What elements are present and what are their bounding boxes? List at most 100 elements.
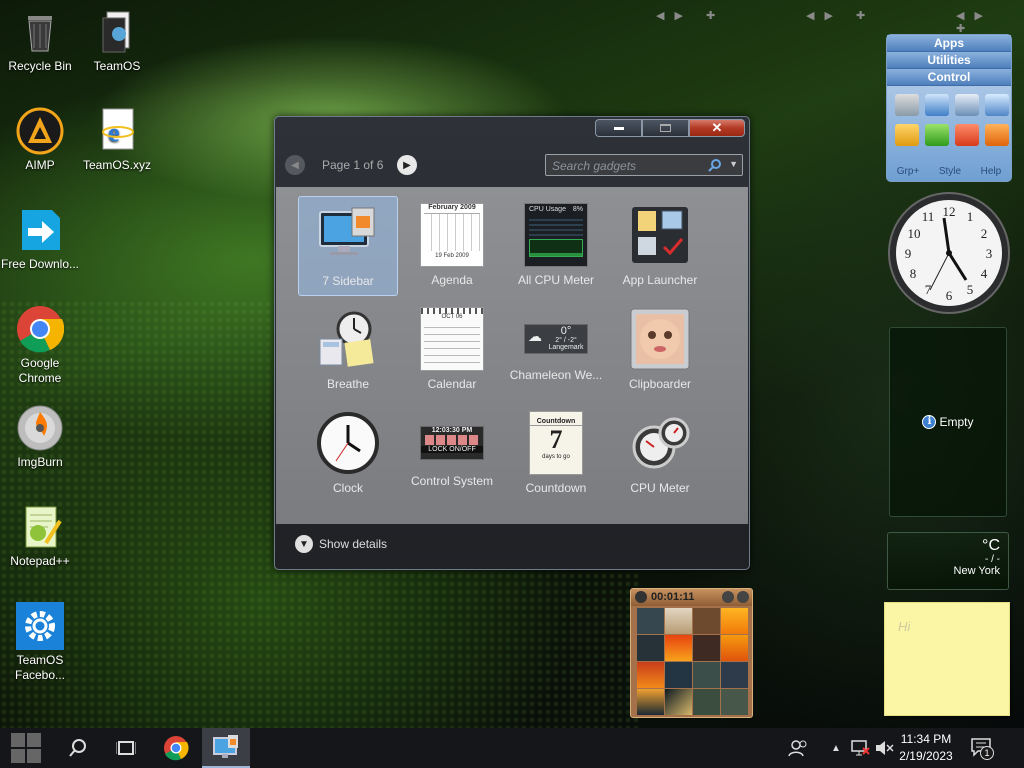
launcher-footer: Grp+ Style Help (887, 166, 1011, 177)
start-button[interactable] (2, 728, 50, 768)
puzzle-tile[interactable] (665, 635, 692, 661)
sticky-note-gadget[interactable]: Hi (884, 602, 1010, 716)
svg-text:e: e (108, 118, 120, 147)
control-system-thumbnail: 12:03:30 PM LOCK ON/OFF (420, 426, 484, 460)
lock-icon[interactable] (895, 124, 919, 146)
puzzle-reset-icon[interactable] (737, 591, 749, 603)
desktop-icon-label: TeamOS Facebo... (14, 653, 66, 682)
desktop-icon-notepadpp[interactable]: Notepad++ (0, 503, 80, 569)
gadget-cpu-meter[interactable]: CPU Meter (610, 404, 710, 504)
sidebar-controls-2[interactable]: ◀▶ ✚ (806, 9, 875, 22)
desktop-icon-recycle-bin[interactable]: Recycle Bin (0, 8, 80, 74)
svg-text:4: 4 (981, 266, 988, 281)
puzzle-tile[interactable] (693, 608, 720, 634)
action-center-button[interactable]: 1 (964, 728, 1000, 768)
svg-text:8: 8 (910, 266, 917, 281)
desktop-icon-teamos-xyz[interactable]: e TeamOS.xyz (77, 107, 157, 173)
puzzle-tile[interactable] (693, 662, 720, 688)
search-icon (708, 159, 721, 172)
windows-icon[interactable] (985, 94, 1009, 116)
analog-clock-gadget[interactable]: 12 1 2 3 4 5 6 7 8 9 10 11 (886, 190, 1012, 316)
gadget-all-cpu-meter[interactable]: CPU Usage 8% All CPU Meter (506, 196, 606, 296)
group-add-button[interactable]: Grp+ (897, 166, 920, 177)
recycle-bin-icon (16, 8, 64, 56)
gadget-breathe[interactable]: Breathe (298, 300, 398, 400)
show-hidden-icons-button[interactable]: ▲ (826, 728, 846, 768)
puzzle-tile[interactable] (721, 662, 748, 688)
puzzle-tile[interactable] (665, 608, 692, 634)
weather-gadget[interactable]: °C - / - New York (887, 532, 1009, 590)
puzzle-tile[interactable] (721, 608, 748, 634)
puzzle-tile[interactable] (665, 662, 692, 688)
gadget-7-sidebar[interactable]: 7 Sidebar (298, 196, 398, 296)
tab-control[interactable]: Control (887, 69, 1011, 86)
power-icon[interactable] (985, 124, 1009, 146)
gadget-label: Control System (410, 474, 494, 488)
previous-page-button[interactable]: ◀ (285, 155, 305, 175)
tab-utilities[interactable]: Utilities (887, 52, 1011, 69)
minimize-button[interactable] (595, 119, 642, 137)
desktop-icon-teamos[interactable]: TeamOS (77, 8, 157, 74)
desktop-icon-label: TeamOS.xyz (82, 158, 151, 172)
svg-text:6: 6 (946, 288, 953, 303)
shutdown-icon[interactable] (955, 124, 979, 146)
window-icon[interactable] (925, 94, 949, 116)
people-button[interactable] (778, 728, 818, 768)
close-button[interactable]: ✕ (689, 119, 745, 137)
sidebar-controls-1[interactable]: ◀▶ ✚ (656, 9, 725, 22)
search-gadgets-input[interactable]: Search gadgets ▼ (545, 154, 743, 176)
gadget-agenda[interactable]: February 2009 19 Feb 2009 Agenda (402, 196, 502, 296)
gadget-label: Clock (332, 481, 363, 495)
puzzle-tile[interactable] (693, 635, 720, 661)
gadget-clock[interactable]: Clock (298, 404, 398, 504)
gadget-chameleon-weather[interactable]: ☁ 0° 2° / -2° Langemark Chameleon We... (506, 300, 606, 400)
style-button[interactable]: Style (939, 166, 961, 177)
help-button[interactable]: Help (981, 166, 1002, 177)
teamos-folder-icon (93, 8, 141, 56)
task-view-button[interactable] (102, 728, 150, 768)
puzzle-tile[interactable] (721, 635, 748, 661)
gadget-countdown[interactable]: Countdown 7 days to go Countdown (506, 404, 606, 504)
puzzle-tile[interactable] (637, 662, 664, 688)
taskbar-chrome[interactable] (152, 728, 200, 768)
picture-puzzle-gadget[interactable]: 00:01:11 (630, 588, 753, 718)
gadget-calendar[interactable]: OCT 06 Calendar (402, 300, 502, 400)
tab-apps[interactable]: Apps (887, 35, 1011, 52)
gadget-control-system[interactable]: 12:03:30 PM LOCK ON/OFF Control System (402, 404, 502, 504)
computer-icon[interactable] (955, 94, 979, 116)
show-details-label: Show details (319, 537, 388, 551)
next-page-button[interactable]: ▶ (397, 155, 417, 175)
desktop-icon-aimp[interactable]: AIMP (0, 107, 80, 173)
desktop-icon-imgburn[interactable]: ImgBurn (0, 404, 80, 470)
puzzle-header: 00:01:11 (631, 589, 752, 606)
note-text[interactable]: Hi (898, 619, 910, 634)
desktop-icon-free-download-manager[interactable]: Free Downlo... (0, 206, 80, 272)
puzzle-tile[interactable] (665, 689, 692, 715)
desktop-icon-google-chrome[interactable]: Google Chrome (0, 305, 80, 386)
gadget-label: Agenda (431, 273, 473, 287)
search-button[interactable] (54, 728, 102, 768)
puzzle-help-icon[interactable] (722, 591, 734, 603)
monitor-gadget-icon (316, 204, 380, 268)
system-clock[interactable]: 11:34 PM 2/19/2023 (894, 731, 958, 765)
clock-face: 12 1234567891011 (888, 192, 1010, 314)
gadget-app-launcher[interactable]: App Launcher (610, 196, 710, 296)
taskbar-gadgets[interactable] (202, 728, 250, 768)
switch-user-icon[interactable] (925, 124, 949, 146)
puzzle-tile[interactable] (637, 608, 664, 634)
puzzle-tile[interactable] (637, 635, 664, 661)
show-details-toggle[interactable]: ▼ Show details (295, 535, 387, 553)
recycle-bin-icon[interactable] (895, 94, 919, 116)
desktop-icon-teamos-facebook[interactable]: TeamOS Facebo... (0, 602, 80, 683)
sidebar-controls-3[interactable]: ◀▶ ✚ (956, 9, 1024, 35)
maximize-button[interactable] (642, 119, 689, 137)
network-status[interactable] (848, 728, 872, 768)
gadget-clipboarder[interactable]: Clipboarder (610, 300, 710, 400)
puzzle-tile[interactable] (693, 689, 720, 715)
dropdown-arrow-icon[interactable]: ▼ (729, 159, 738, 169)
weather-value: - / - (985, 554, 1000, 565)
weather-thumb-city: Langemark (548, 344, 584, 351)
puzzle-tile[interactable] (637, 689, 664, 715)
volume-button[interactable] (872, 728, 896, 768)
puzzle-tile[interactable] (721, 689, 748, 715)
